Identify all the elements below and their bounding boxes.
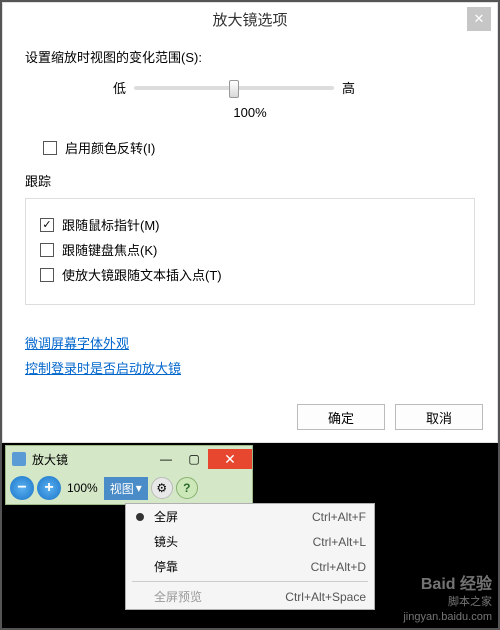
menu-fullscreen-shortcut: Ctrl+Alt+F [312, 510, 366, 524]
track-text-label: 使放大镜跟随文本插入点(T) [62, 265, 222, 284]
slider-low-label: 低 [113, 78, 126, 97]
magnifier-title: 放大镜 [32, 451, 152, 468]
radio-icon [136, 563, 144, 571]
magnifier-window: 放大镜 — ▢ ✕ − + 100% 视图 ▾ ⚙ ? [5, 445, 253, 505]
close-icon[interactable]: ✕ [467, 7, 491, 31]
track-mouse-label: 跟随鼠标指针(M) [62, 215, 160, 234]
checkbox-icon [40, 243, 54, 257]
menu-docked[interactable]: 停靠 Ctrl+Alt+D [126, 554, 374, 579]
slider-high-label: 高 [342, 78, 355, 97]
zoom-in-button[interactable]: + [37, 476, 61, 500]
tracking-section-label: 跟踪 [25, 171, 475, 190]
radio-icon [136, 593, 144, 601]
menu-fullscreen-label: 全屏 [154, 508, 312, 525]
checkbox-icon [40, 268, 54, 282]
zoom-value: 100% [25, 105, 475, 120]
chevron-down-icon: ▾ [136, 481, 142, 495]
ok-button[interactable]: 确定 [297, 404, 385, 430]
radio-icon [136, 538, 144, 546]
dialog-title: 放大镜选项 [212, 9, 287, 30]
menu-separator [132, 581, 368, 582]
checkbox-icon [40, 218, 54, 232]
menu-preview: 全屏预览 Ctrl+Alt+Space [126, 584, 374, 609]
gear-icon[interactable]: ⚙ [151, 477, 173, 499]
tracking-group: 跟随鼠标指针(M) 跟随键盘焦点(K) 使放大镜跟随文本插入点(T) [25, 198, 475, 305]
login-control-link[interactable]: 控制登录时是否启动放大镜 [25, 358, 475, 377]
zoom-slider[interactable] [134, 86, 334, 90]
menu-fullscreen[interactable]: 全屏 Ctrl+Alt+F [126, 504, 374, 529]
magnifier-titlebar: 放大镜 — ▢ ✕ [6, 446, 252, 472]
cancel-button[interactable]: 取消 [395, 404, 483, 430]
watermark-site: 脚本之家 [403, 595, 492, 609]
menu-lens[interactable]: 镜头 Ctrl+Alt+L [126, 529, 374, 554]
maximize-icon[interactable]: ▢ [180, 449, 208, 469]
minimize-icon[interactable]: — [152, 449, 180, 469]
track-keyboard-label: 跟随键盘焦点(K) [62, 240, 157, 259]
menu-docked-shortcut: Ctrl+Alt+D [311, 560, 366, 574]
menu-preview-shortcut: Ctrl+Alt+Space [285, 590, 366, 604]
magnifier-options-dialog: 放大镜选项 ✕ 设置缩放时视图的变化范围(S): 低 高 100% 启用颜色反转… [2, 2, 498, 443]
zoom-level: 100% [67, 481, 98, 495]
menu-lens-label: 镜头 [154, 533, 313, 550]
zoom-range-label: 设置缩放时视图的变化范围(S): [25, 47, 475, 66]
zoom-out-button[interactable]: − [10, 476, 34, 500]
view-dropdown-button[interactable]: 视图 ▾ [104, 477, 148, 500]
view-dropdown-menu: 全屏 Ctrl+Alt+F 镜头 Ctrl+Alt+L 停靠 Ctrl+Alt+… [125, 503, 375, 610]
track-keyboard-checkbox[interactable]: 跟随键盘焦点(K) [40, 240, 460, 259]
menu-lens-shortcut: Ctrl+Alt+L [313, 535, 366, 549]
watermark-url: jingyan.baidu.com [403, 610, 492, 624]
magnifier-toolbar: − + 100% 视图 ▾ ⚙ ? [6, 472, 252, 504]
watermark-brand: Baid 经验 [403, 575, 492, 596]
dialog-titlebar: 放大镜选项 ✕ [3, 3, 497, 35]
close-icon[interactable]: ✕ [208, 449, 252, 469]
font-appearance-link[interactable]: 微调屏幕字体外观 [25, 333, 475, 352]
slider-thumb[interactable] [229, 80, 239, 98]
menu-docked-label: 停靠 [154, 558, 311, 575]
menu-preview-label: 全屏预览 [154, 588, 285, 605]
help-icon[interactable]: ? [176, 477, 198, 499]
invert-colors-label: 启用颜色反转(I) [65, 138, 155, 157]
invert-colors-checkbox[interactable]: 启用颜色反转(I) [43, 138, 475, 157]
view-label: 视图 [110, 480, 134, 497]
checkbox-icon [43, 141, 57, 155]
magnifier-app-icon [12, 452, 26, 466]
watermark: Baid 经验 脚本之家 jingyan.baidu.com [403, 575, 492, 624]
radio-icon [136, 513, 144, 521]
track-mouse-checkbox[interactable]: 跟随鼠标指针(M) [40, 215, 460, 234]
track-text-checkbox[interactable]: 使放大镜跟随文本插入点(T) [40, 265, 460, 284]
